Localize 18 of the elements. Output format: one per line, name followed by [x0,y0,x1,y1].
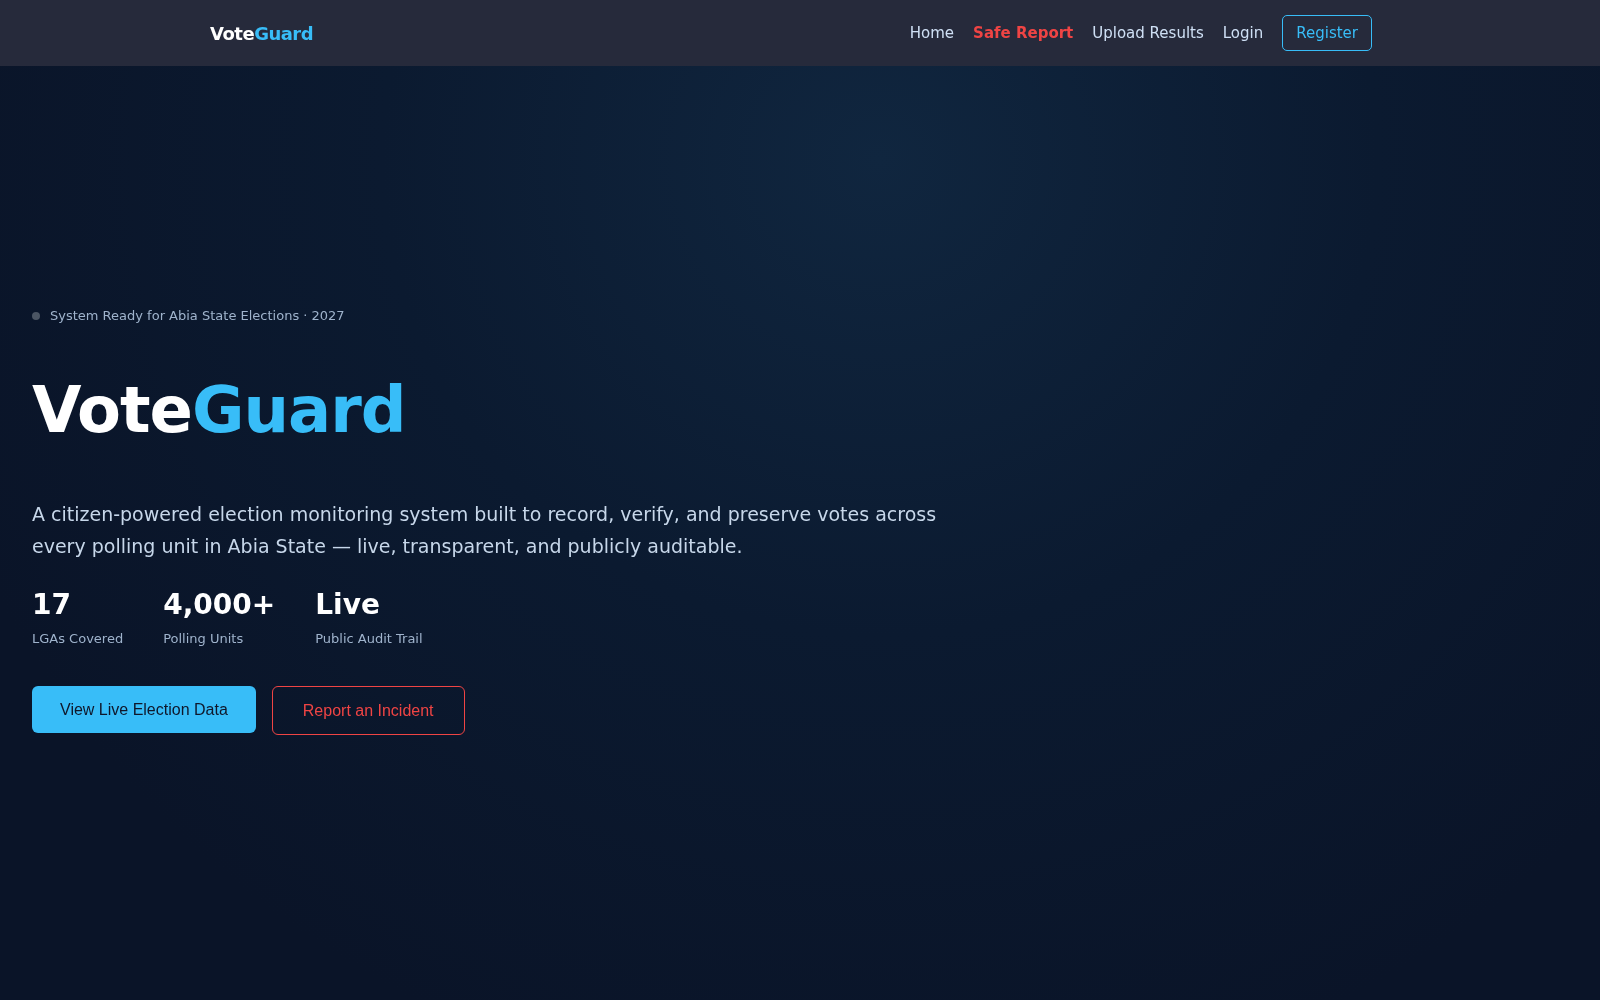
nav-link[interactable]: Safe Report [973,24,1074,42]
status-text: System Ready for Abia State Elections · 2027 [50,308,345,323]
hero-title: VoteGuard [32,375,406,446]
nav-link[interactable]: Home [909,24,955,42]
status-dot-icon [32,311,40,320]
report-incident-button[interactable]: Report an Incident [271,686,465,736]
nav-link[interactable]: Upload Results [1092,24,1204,42]
hero-description: A citizen-powered election monitoring system built to record, verify, and preserve votes across every polling unit in Abia State — live, transparent, and publicly auditable. [32,502,938,559]
stat-value: 17 [32,588,72,622]
nav-link[interactable]: Login [1222,24,1264,42]
stat-label: Public Audit Trail [315,631,423,647]
stat-value: Live [315,588,381,622]
register-button[interactable]: Register [1282,15,1372,51]
stat-label: LGAs Covered [32,631,124,647]
stat-value: 4,000+ [163,588,276,622]
view-data-button[interactable]: View Live Election Data [32,686,256,734]
logo[interactable]: VoteGuard [210,22,314,44]
stat-label: Polling Units [163,631,245,647]
